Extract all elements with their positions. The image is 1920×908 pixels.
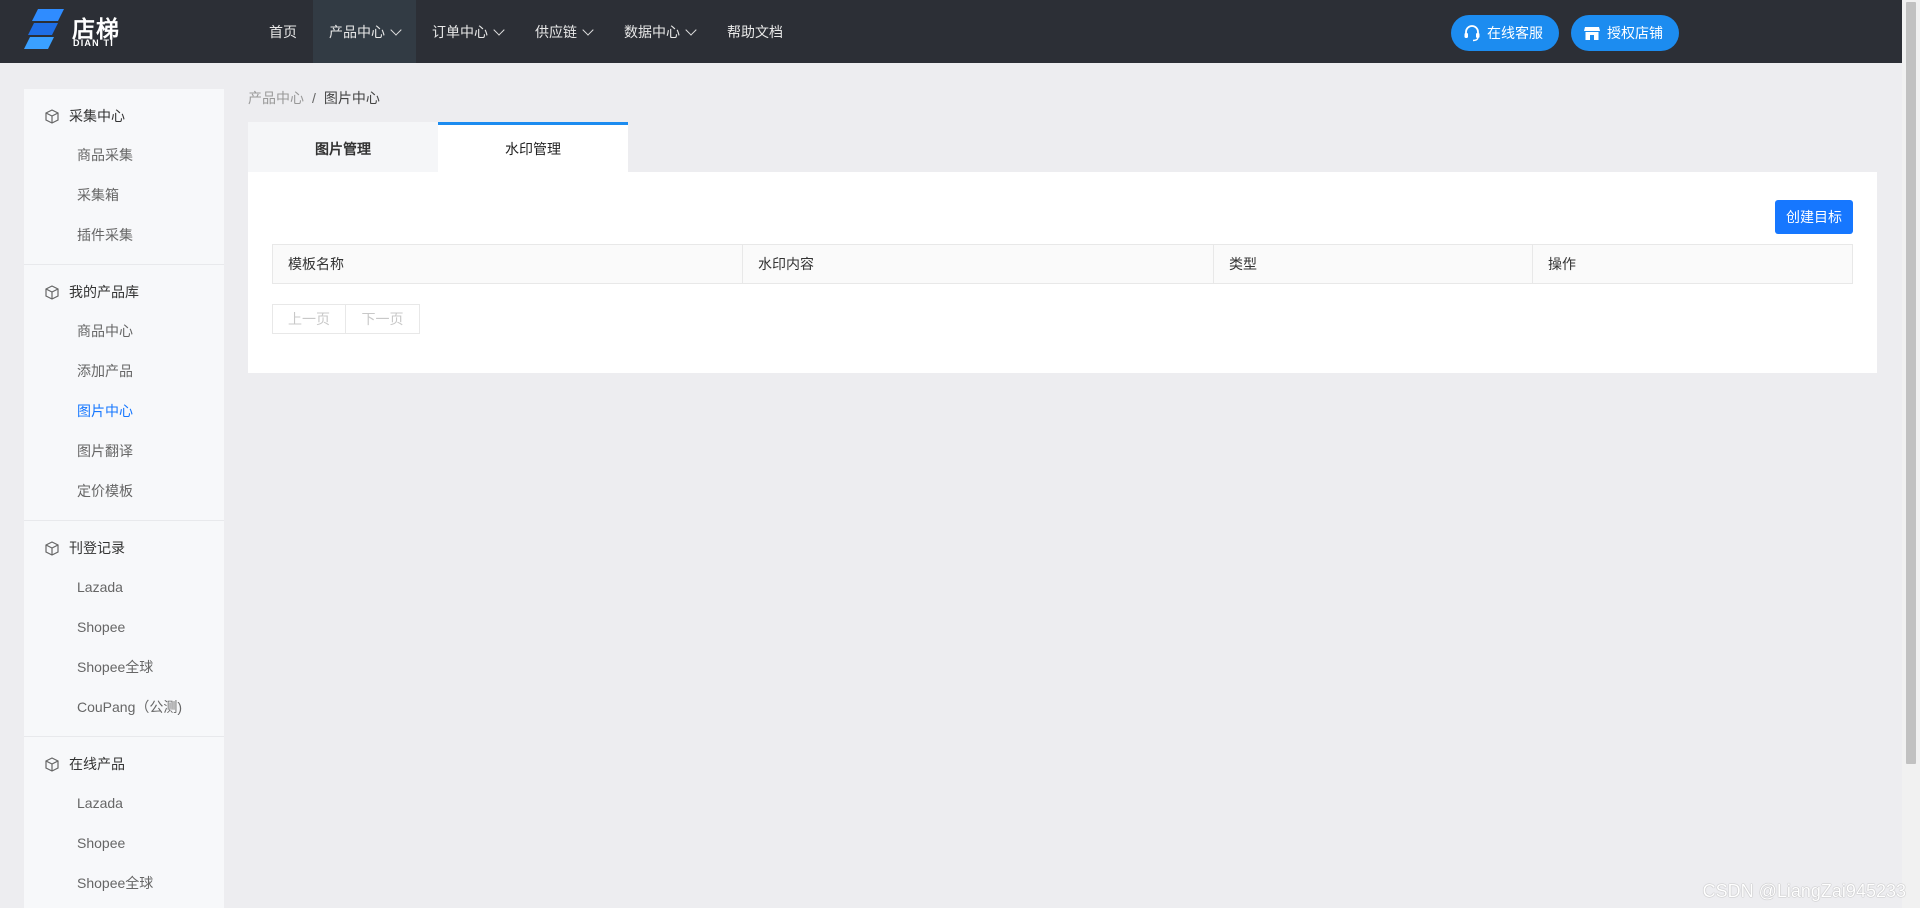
package-icon bbox=[44, 108, 60, 124]
column-header-actions: 操作 bbox=[1548, 256, 1576, 272]
sidebar-group: 采集中心商品采集 采集箱 插件采集 bbox=[24, 89, 224, 265]
package-icon bbox=[44, 284, 60, 300]
sidebar-item[interactable]: 插件采集 bbox=[24, 215, 224, 255]
sidebar-item[interactable]: 图片翻译 bbox=[24, 431, 224, 471]
sidebar-group: 在线产品 Lazada Shopee Shopee全球 bbox=[24, 737, 224, 908]
page-scrollbar[interactable] bbox=[1902, 0, 1920, 908]
sidebar-item[interactable]: Shopee bbox=[24, 823, 224, 863]
brand-logo-icon bbox=[24, 9, 64, 49]
sidebar-item[interactable]: 添加产品 bbox=[24, 351, 224, 391]
nav-item-2[interactable]: 订单中心 bbox=[416, 0, 519, 63]
sidebar-item[interactable]: 定价模板 bbox=[24, 471, 224, 511]
pagination: 上一页 下一页 bbox=[272, 304, 420, 334]
chevron-down-icon bbox=[582, 23, 594, 36]
package-icon bbox=[44, 756, 60, 772]
sidebar-group-title: 刊登记录 bbox=[24, 529, 224, 567]
sidebar-item[interactable]: 商品中心 bbox=[24, 311, 224, 351]
csdn-watermark: CSDN @LiangZai945233 bbox=[1702, 881, 1906, 901]
sidebar-group-title: 在线产品 bbox=[24, 745, 224, 783]
nav-item-label: 产品中心 bbox=[329, 23, 385, 40]
scrollbar-thumb[interactable] bbox=[1906, 2, 1916, 764]
sidebar-group-label: 我的产品库 bbox=[69, 284, 139, 300]
sidebar-group-title: 我的产品库 bbox=[24, 273, 224, 311]
chevron-down-icon bbox=[390, 23, 402, 36]
create-target-button[interactable]: 创建目标 bbox=[1775, 200, 1853, 234]
brand-logo[interactable]: 店梯 DIAN TI bbox=[24, 9, 134, 53]
tab-1[interactable]: 水印管理 bbox=[438, 122, 628, 172]
package-icon bbox=[44, 540, 60, 556]
online-service-button[interactable]: 在线客服 bbox=[1451, 15, 1559, 51]
sidebar-item[interactable]: Shopee全球 bbox=[24, 647, 224, 687]
tab-0[interactable]: 图片管理 bbox=[248, 122, 438, 172]
prev-page-button[interactable]: 上一页 bbox=[272, 304, 346, 334]
nav-item-label: 订单中心 bbox=[432, 23, 488, 40]
watermark-panel: 创建目标 模板名称 水印内容 类型 操作 上一页 下一页 bbox=[248, 172, 1877, 373]
store-icon bbox=[1583, 24, 1601, 42]
sidebar-group: 刊登记录 Lazada Shopee Shopee全球 CouPang（公测) bbox=[24, 521, 224, 737]
nav-item-label: 首页 bbox=[269, 23, 297, 40]
nav-item-5[interactable]: 帮助文档 bbox=[711, 0, 799, 63]
authorize-shop-label: 授权店铺 bbox=[1607, 25, 1663, 41]
nav-item-label: 供应链 bbox=[535, 23, 577, 40]
sidebar-item[interactable]: 采集箱 bbox=[24, 175, 224, 215]
sidebar-item[interactable]: 图片中心 bbox=[24, 391, 224, 431]
authorize-shop-button[interactable]: 授权店铺 bbox=[1571, 15, 1679, 51]
sidebar-group-label: 刊登记录 bbox=[69, 540, 125, 556]
breadcrumb: 产品中心 / 图片中心 bbox=[248, 88, 380, 108]
sidebar-item[interactable]: Shopee bbox=[24, 607, 224, 647]
tab-bar: 图片管理 水印管理 bbox=[248, 122, 628, 172]
breadcrumb-parent[interactable]: 产品中心 bbox=[248, 88, 304, 108]
column-header-template-name: 模板名称 bbox=[273, 245, 743, 283]
nav-item-label: 帮助文档 bbox=[727, 23, 783, 40]
sidebar-group: 我的产品库商品中心 添加产品 图片中心 图片翻译 定价模板 bbox=[24, 265, 224, 521]
online-service-label: 在线客服 bbox=[1487, 25, 1543, 41]
nav-item-label: 数据中心 bbox=[624, 23, 680, 40]
main-nav: 首页 产品中心 订单中心 供应链 数据中心 帮助文档 bbox=[253, 0, 799, 63]
nav-item-4[interactable]: 数据中心 bbox=[608, 0, 711, 63]
breadcrumb-current: 图片中心 bbox=[323, 90, 380, 106]
sidebar-item[interactable]: Lazada bbox=[24, 783, 224, 823]
sidebar-item[interactable]: 商品采集 bbox=[24, 135, 224, 175]
breadcrumb-separator: / bbox=[312, 90, 316, 106]
chevron-down-icon bbox=[493, 23, 505, 36]
nav-item-0[interactable]: 首页 bbox=[253, 0, 313, 63]
brand-subtitle: DIAN TI bbox=[73, 38, 114, 48]
column-header-watermark-content: 水印内容 bbox=[743, 245, 1214, 283]
next-page-button[interactable]: 下一页 bbox=[346, 304, 420, 334]
headset-icon bbox=[1463, 24, 1481, 42]
sidebar: 采集中心商品采集 采集箱 插件采集我的产品库商品中心 添加产品 图片中心 图片翻译 定价模板… bbox=[24, 89, 224, 908]
chevron-down-icon bbox=[685, 23, 697, 36]
watermark-table-header: 模板名称 水印内容 类型 操作 bbox=[272, 244, 1853, 284]
sidebar-item[interactable]: Shopee全球 bbox=[24, 863, 224, 903]
nav-item-1[interactable]: 产品中心 bbox=[313, 0, 416, 63]
column-header-type: 类型 bbox=[1214, 245, 1533, 283]
sidebar-group-label: 在线产品 bbox=[69, 756, 125, 772]
sidebar-item[interactable]: CouPang（公测) bbox=[24, 687, 224, 727]
sidebar-item[interactable]: Lazada bbox=[24, 567, 224, 607]
nav-item-3[interactable]: 供应链 bbox=[519, 0, 608, 63]
top-header: 店梯 DIAN TI 首页 产品中心 订单中心 供应链 数据中心 帮助文档 在线客服 授权… bbox=[0, 0, 1902, 63]
sidebar-group-title: 采集中心 bbox=[24, 97, 224, 135]
sidebar-group-label: 采集中心 bbox=[69, 108, 125, 124]
